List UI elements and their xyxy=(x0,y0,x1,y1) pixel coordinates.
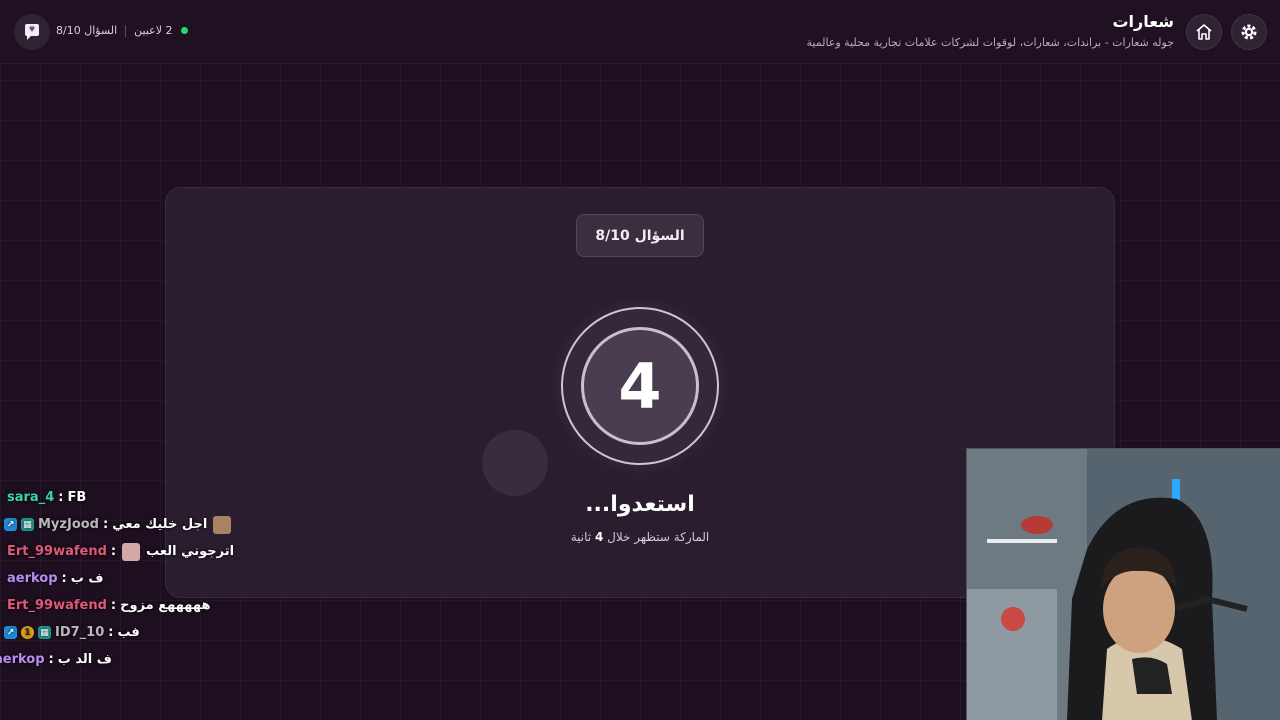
sub-badge-icon: ▦ xyxy=(38,626,51,639)
chat-line: sara_4 : FB xyxy=(0,484,240,511)
chat-message: اترجوني العب xyxy=(146,544,235,559)
chat-line: aerkop : ف ب xyxy=(0,565,240,592)
hint-number: 4 xyxy=(594,530,604,544)
webcam-feed xyxy=(967,449,1280,720)
chat-separator: : xyxy=(102,517,109,532)
chat-line: Ert_99wafend : هههههع مزوح xyxy=(0,592,240,619)
chat-message: فب xyxy=(117,625,140,640)
prime-badge-icon: ↗ xyxy=(4,518,17,531)
chat-line: aerkop : ف الد ب xyxy=(0,646,240,673)
home-button[interactable] xyxy=(1186,14,1222,50)
chat-message: هههههع مزوح xyxy=(120,598,211,613)
chat-username: aerkop xyxy=(0,652,45,667)
gear-icon xyxy=(1241,24,1257,40)
sub-badge-icon: ▦ xyxy=(21,518,34,531)
emote-icon xyxy=(213,515,232,534)
chat-line: ↗ 1 ▦ ID7_10 : فب xyxy=(0,619,240,646)
question-badge: السؤال 8/10 xyxy=(576,214,704,257)
chat-username: aerkop xyxy=(7,571,58,586)
chat-separator: : xyxy=(61,571,67,586)
countdown-number: 4 xyxy=(581,327,699,445)
hint-text-before: الماركة ستظهر خلال xyxy=(607,530,710,544)
emote-icon xyxy=(122,542,141,561)
chat-separator: : xyxy=(108,625,114,640)
chat-username: sara_4 xyxy=(7,490,55,505)
player-count: 2 لاعبين xyxy=(134,24,173,37)
chat-message: ف ب xyxy=(70,571,104,586)
chat-message: اجل خليك معي xyxy=(112,517,208,532)
chat-line: ↗ ▦ MyzJood : اجل خليك معي xyxy=(0,511,240,538)
ready-text: استعدوا... xyxy=(585,492,695,517)
chat-username: ID7_10 xyxy=(55,625,105,640)
question-progress: السؤال 8/10 xyxy=(56,24,118,37)
game-status: السؤال 8/10 2 لاعبين xyxy=(56,24,188,37)
home-icon xyxy=(1196,24,1212,40)
prime-badge-icon: ↗ xyxy=(4,626,17,639)
chat-separator: : xyxy=(48,652,54,667)
chat-separator: : xyxy=(58,490,64,505)
chat-username: Ert_99wafend xyxy=(7,544,107,559)
gift-badge-icon: 1 xyxy=(21,626,34,639)
chat-username: Ert_99wafend xyxy=(7,598,107,613)
chat-separator: : xyxy=(110,544,117,559)
chat-overlay: sara_4 : FB ↗ ▦ MyzJood : اجل خليك معي E… xyxy=(0,484,240,673)
online-dot-icon xyxy=(180,27,188,34)
app-logo-icon[interactable] xyxy=(14,14,50,50)
hint-text-after: ثانية xyxy=(570,530,592,544)
page-subtitle: جوله شعارات - براندات، شعارات، لوقوات لش… xyxy=(806,36,1174,49)
settings-button[interactable] xyxy=(1231,14,1267,50)
chat-message: FB xyxy=(67,490,87,505)
chat-message: ف الد ب xyxy=(57,652,112,667)
ghost-circle xyxy=(482,430,548,496)
page-title: شعارات xyxy=(1112,12,1174,31)
chat-username: MyzJood xyxy=(38,517,99,532)
chat-line: Ert_99wafend : اترجوني العب xyxy=(0,538,240,565)
countdown-hint: الماركة ستظهر خلال 4 ثانية xyxy=(500,530,780,544)
top-bar: السؤال 8/10 2 لاعبين شعارات جوله شعارات … xyxy=(0,0,1280,64)
status-divider xyxy=(125,24,127,37)
webcam-overlay xyxy=(966,448,1280,720)
chat-separator: : xyxy=(110,598,117,613)
